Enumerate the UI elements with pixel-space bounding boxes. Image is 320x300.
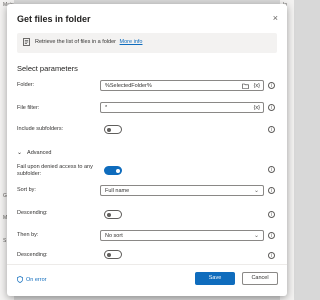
descending-label: Descending: bbox=[17, 210, 48, 216]
advanced-label: Advanced bbox=[27, 150, 52, 156]
advanced-expander[interactable]: ⌄ Advanced bbox=[17, 149, 52, 156]
sort-by-value: Full name bbox=[105, 188, 130, 194]
info-icon[interactable]: i bbox=[268, 211, 275, 218]
info-icon[interactable]: i bbox=[268, 252, 275, 259]
chevron-down-icon: ⌄ bbox=[253, 188, 259, 194]
on-error-button[interactable]: On error bbox=[17, 276, 46, 283]
background-left-item: S bbox=[3, 238, 7, 244]
then-by-value: No sort bbox=[105, 233, 123, 239]
chevron-down-icon: ⌄ bbox=[17, 150, 23, 156]
get-files-dialog: Get files in folder × Retrieve the list … bbox=[7, 4, 287, 296]
include-subfolders-toggle[interactable] bbox=[104, 125, 122, 134]
file-filter-input[interactable]: * {x} bbox=[100, 102, 264, 113]
descending-toggle[interactable] bbox=[104, 210, 122, 219]
section-title: Select parameters bbox=[17, 64, 78, 73]
info-text: Retrieve the list of files in a folder bbox=[35, 39, 117, 45]
descending-toggle[interactable] bbox=[104, 250, 122, 259]
fail-denied-label: Fail upon denied access to any subfolder… bbox=[17, 164, 93, 177]
then-by-label: Then by: bbox=[17, 232, 39, 238]
info-icon[interactable]: i bbox=[268, 126, 275, 133]
variable-icon[interactable]: {x} bbox=[254, 105, 260, 111]
include-subfolders-label: Include subfolders: bbox=[17, 126, 64, 132]
file-filter-value: * bbox=[105, 105, 108, 111]
chevron-down-icon: ⌄ bbox=[253, 233, 259, 239]
info-icon[interactable]: i bbox=[268, 232, 275, 239]
on-error-label: On error bbox=[26, 276, 47, 283]
folder-list-icon bbox=[23, 38, 30, 46]
dialog-title: Get files in folder bbox=[17, 14, 91, 24]
folder-input[interactable]: %SelectedFolder% {x} bbox=[100, 80, 264, 91]
more-info-link[interactable]: More info bbox=[120, 39, 143, 45]
sort-by-label: Sort by: bbox=[17, 187, 36, 193]
folder-value: %SelectedFolder% bbox=[105, 83, 152, 89]
variable-icon[interactable]: {x} bbox=[254, 83, 260, 89]
shield-icon bbox=[17, 276, 23, 283]
folder-icon[interactable] bbox=[242, 83, 249, 89]
sort-by-select[interactable]: Full name ⌄ bbox=[100, 185, 264, 196]
info-icon[interactable]: i bbox=[268, 82, 275, 89]
footer-divider bbox=[7, 264, 287, 265]
info-bar: Retrieve the list of files in a folder M… bbox=[17, 33, 277, 53]
close-icon[interactable]: × bbox=[273, 13, 278, 23]
file-filter-label: File filter: bbox=[17, 105, 40, 111]
info-icon[interactable]: i bbox=[268, 187, 275, 194]
info-description: Retrieve the list of files in a folder M… bbox=[35, 39, 142, 45]
cancel-button[interactable]: Cancel bbox=[242, 272, 278, 285]
descending-label: Descending: bbox=[17, 252, 48, 258]
fail-denied-toggle[interactable] bbox=[104, 166, 122, 175]
save-button[interactable]: Save bbox=[195, 272, 235, 285]
folder-label: Folder: bbox=[17, 82, 35, 88]
then-by-select[interactable]: No sort ⌄ bbox=[100, 230, 264, 241]
info-icon[interactable]: i bbox=[268, 104, 275, 111]
info-icon[interactable]: i bbox=[268, 166, 275, 173]
